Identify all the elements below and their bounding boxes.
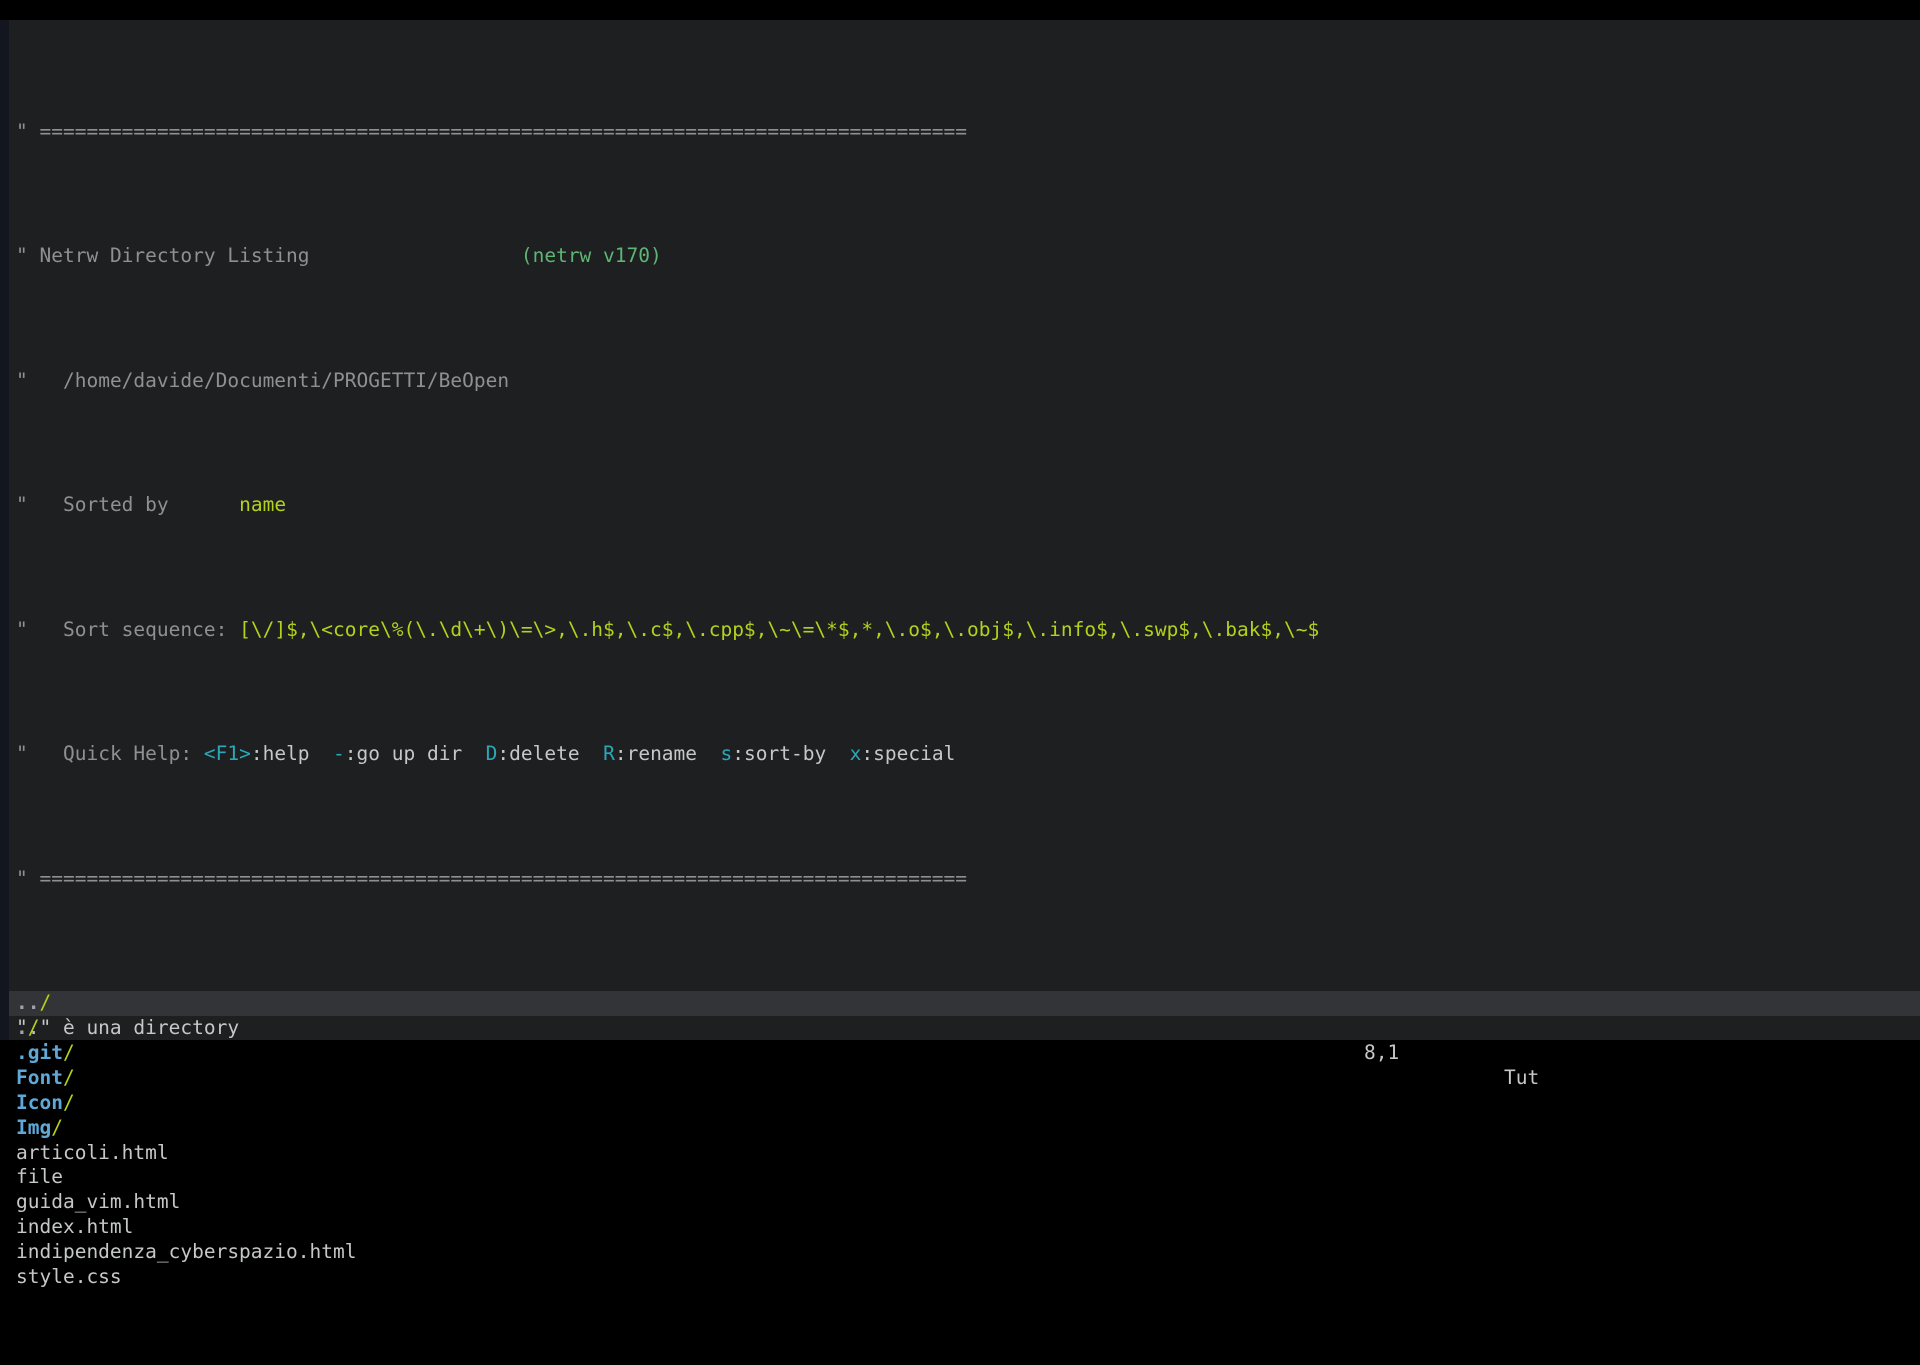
current-directory-path: /home/davide/Documenti/PROGETTI/BeOpen [63,369,509,392]
comment-prefix: " [16,618,28,641]
sorted-by-label: Sorted by [63,493,169,516]
banner-sortseq-row: " Sort sequence: [\/]$,\<core\%(\.\d\+\)… [9,618,1920,643]
listing-entry[interactable]: guida_vim.html [9,1190,1920,1215]
comment-prefix: " [16,867,28,890]
quick-help-key[interactable]: s [721,742,733,765]
sort-sequence-value: [\/]$,\<core\%(\.\d\+\)\=\>,\.h$,\.c$,\.… [239,618,1319,641]
quick-help-key[interactable]: x [850,742,862,765]
quick-help-gap [826,742,849,765]
banner-sortedby-row: " Sorted by name [9,493,1920,518]
netrw-version: (netrw v170) [521,244,662,267]
listing-entry[interactable]: Font/ [9,1066,1920,1091]
entry-name: index.html [16,1215,133,1238]
entry-name: guida_vim.html [16,1190,180,1213]
comment-prefix: " [16,120,28,143]
file-listing[interactable]: .././.git/Font/Icon/Img/articoli.htmlfil… [9,991,1920,1290]
quick-help-action: :go up dir [345,742,462,765]
left-gutter [0,20,9,1040]
cursor-position: 8,1 [1364,1041,1399,1066]
quick-help-gap [580,742,603,765]
quick-help-gap [310,742,333,765]
entry-name: indipendenza_cyberspazio.html [16,1240,356,1263]
quick-help-action: :special [861,742,955,765]
comment-prefix: " [16,244,28,267]
listing-entry[interactable]: index.html [9,1215,1920,1240]
quick-help-key[interactable]: R [603,742,615,765]
comment-prefix: " [16,369,28,392]
listing-entry[interactable]: Img/ [9,1116,1920,1141]
banner-rule-line: ========================================… [40,867,967,890]
quick-help-action: :delete [497,742,579,765]
quick-help-gap [192,742,204,765]
banner-rule-top: " ======================================… [9,120,1920,145]
listing-entry[interactable]: style.css [9,1265,1920,1290]
netrw-buffer[interactable]: " ======================================… [9,20,1920,1040]
entry-dir-slash: / [51,1116,63,1139]
entry-name: articoli.html [16,1141,169,1164]
listing-entry[interactable]: Icon/ [9,1091,1920,1116]
quick-help-key[interactable]: <F1> [204,742,251,765]
comment-prefix: " [16,493,28,516]
listing-entry[interactable]: file [9,1165,1920,1190]
screen: " ======================================… [0,0,1920,1080]
quick-help-label: Quick Help: [63,742,192,765]
comment-prefix: " [16,742,28,765]
banner-rule-line: ========================================… [40,120,967,143]
quick-help-action: :help [251,742,310,765]
entry-name: style.css [16,1265,122,1288]
banner-title-row: " Netrw Directory Listing (netrw v170) [9,244,1920,269]
status-message: "." è una directory [16,1016,239,1041]
entry-name: file [16,1165,63,1188]
quick-help-key[interactable]: - [333,742,345,765]
quick-help-action: :rename [615,742,697,765]
vim-window: " ======================================… [0,20,1920,1040]
listing-entry[interactable]: indipendenza_cyberspazio.html [9,1240,1920,1265]
entry-name: Img [16,1116,51,1139]
quick-help-action: :sort-by [732,742,826,765]
banner-path-row: " /home/davide/Documenti/PROGETTI/BeOpen [9,369,1920,394]
quick-help-key[interactable]: D [486,742,498,765]
netrw-title: Netrw Directory Listing [40,244,310,267]
listing-entry[interactable]: articoli.html [9,1141,1920,1166]
status-line: "." è una directory 8,1 Tut [9,991,1920,1016]
entry-dir-slash: / [63,1091,75,1114]
scroll-indicator: Tut [1504,1066,1539,1091]
sort-sequence-label: Sort sequence: [63,618,227,641]
sorted-by-value: name [239,493,286,516]
quick-help-gap [462,742,485,765]
banner-quickhelp-row: " Quick Help: <F1>:help -:go up dir D:de… [9,742,1920,767]
listing-entry[interactable]: .git/ [9,1041,1920,1066]
listing-entry[interactable]: ./ [9,1016,1920,1041]
banner-rule-bottom: " ======================================… [9,867,1920,892]
quick-help-gap [697,742,720,765]
